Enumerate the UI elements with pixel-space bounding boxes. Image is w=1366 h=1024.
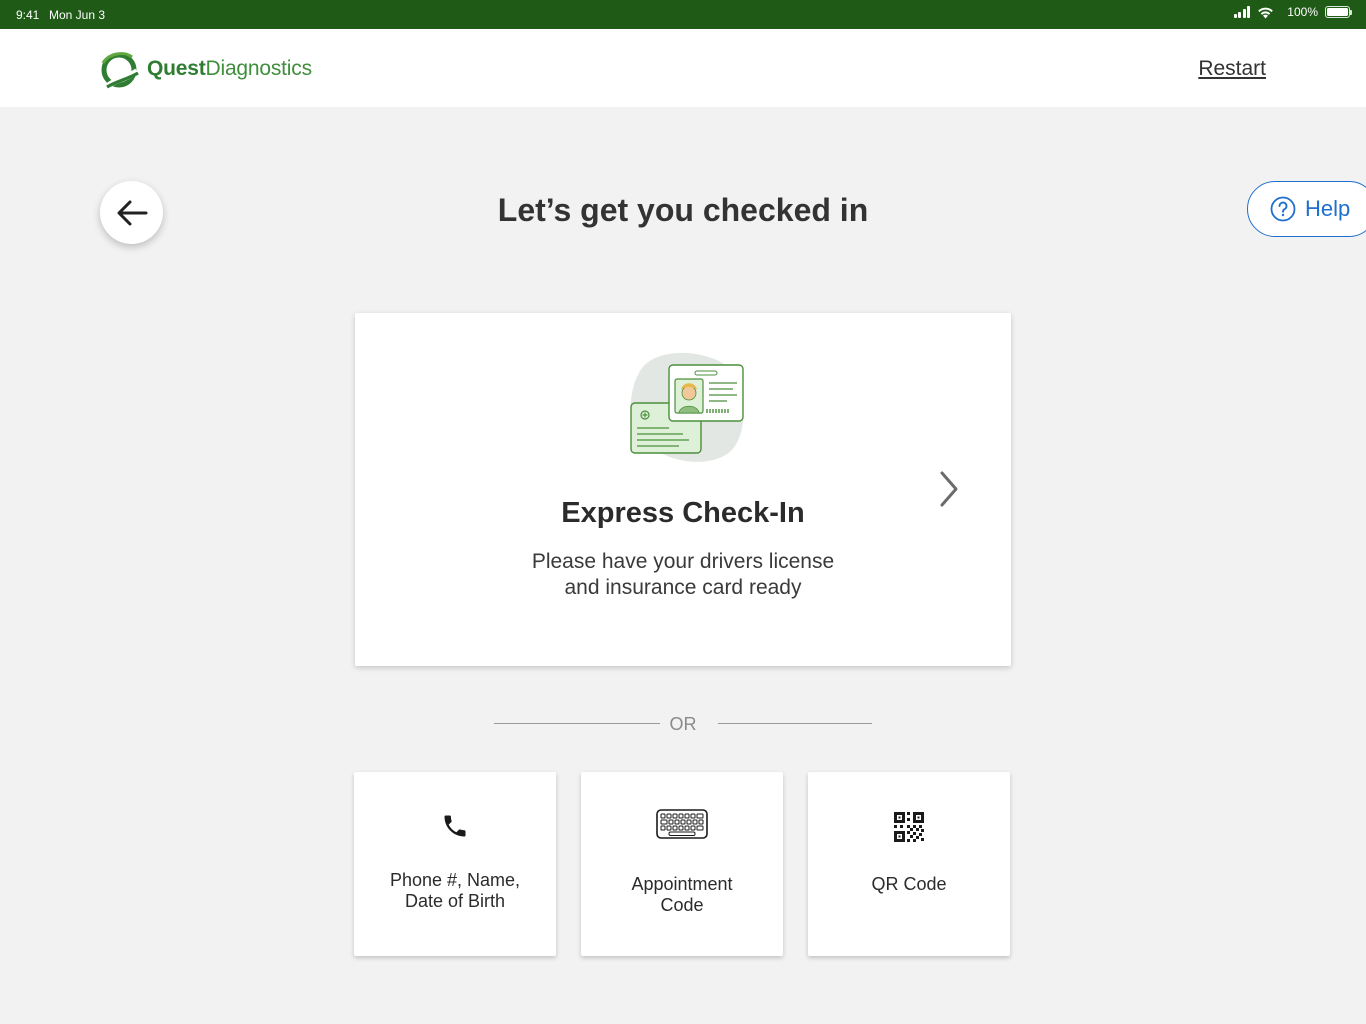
qr-code-option[interactable]: QR Code [808,772,1010,956]
qr-option-label-line-1: QR Code [871,874,947,894]
appointment-option-label: Appointment Code [581,874,783,916]
app-header: QuestDiagnostics Restart [0,29,1366,107]
logo-wordmark-regular: Diagnostics [205,57,313,80]
help-label: Help [1305,196,1351,221]
or-label: OR [669,714,697,734]
battery-percent: 100% [1287,5,1318,19]
phone-option-label-line-2: Date of Birth [404,891,506,911]
help-button[interactable]: Help [1247,181,1366,237]
status-date: Mon Jun 3 [49,8,106,22]
express-check-in-card[interactable]: Express Check-In Please have your driver… [355,313,1011,666]
id-cards-illustration [630,352,744,462]
express-description-line-2: and insurance card ready [564,576,802,599]
restart-link[interactable]: Restart [1198,57,1266,81]
quest-logo-icon [101,52,139,89]
phone-option-label: Phone #, Name, Date of Birth [354,870,556,912]
appointment-option-label-line-1: Appointment [631,874,733,894]
appointment-code-option[interactable]: Appointment Code [581,772,783,956]
wifi-icon [1258,7,1274,18]
page-title: Let’s get you checked in [497,192,869,228]
express-title: Express Check-In [561,497,805,529]
divider-line-right [718,723,872,724]
quest-diagnostics-logo: QuestDiagnostics [99,49,312,89]
cellular-signal-icon [1233,6,1251,18]
phone-name-dob-option[interactable]: Phone #, Name, Date of Birth [354,772,556,956]
appointment-option-label-line-2: Code [660,895,704,915]
status-bar: 9:41 Mon Jun 3 100% [0,0,1366,29]
battery-icon [1325,6,1352,18]
status-time: 9:41 [16,8,40,22]
phone-icon [444,815,466,837]
qr-option-label: QR Code [808,874,1010,895]
keyboard-icon [656,809,708,839]
logo-wordmark-bold: Quest [147,57,206,80]
phone-option-label-line-1: Phone #, Name, [389,870,521,890]
chevron-right-icon [940,471,958,507]
express-description-line-1: Please have your drivers license [531,550,835,573]
logo-wordmark: QuestDiagnostics [147,57,312,81]
status-indicators: 100% [1233,5,1352,19]
qr-code-icon [894,812,924,842]
or-divider: OR [494,713,872,734]
express-description: Please have your drivers license and ins… [355,549,1011,601]
question-circle-icon [1270,196,1296,222]
